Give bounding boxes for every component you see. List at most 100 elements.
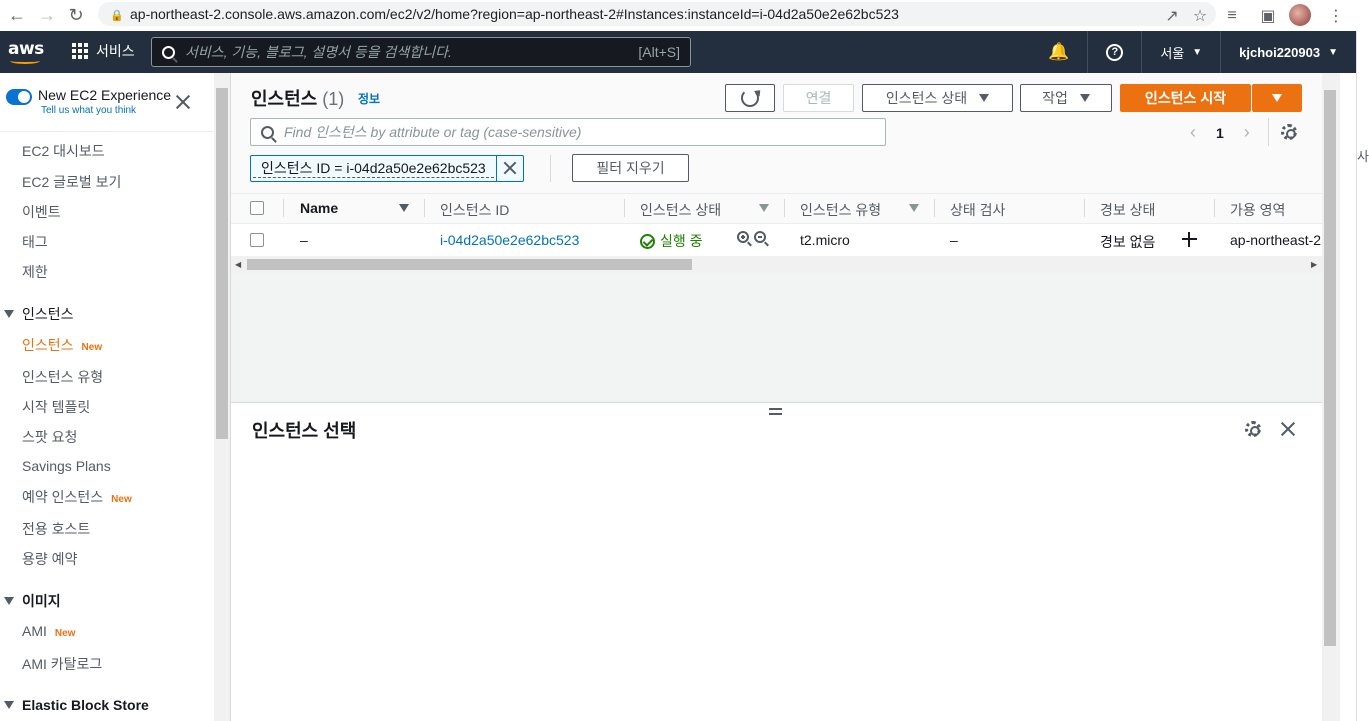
split-panel [231,402,1322,721]
column-header-instance-type[interactable]: 인스턴스 유형 [800,200,881,220]
column-header-instance-id[interactable]: 인스턴스 ID [440,200,509,220]
add-alarm-plus-icon[interactable] [1182,232,1197,247]
select-all-checkbox[interactable] [250,201,264,215]
split-panel-gear-icon[interactable] [1245,421,1261,437]
sidebar-item-spot-requests[interactable]: 스팟 요청 [22,427,77,447]
cell-name[interactable]: – [300,232,308,248]
split-panel-close-icon[interactable] [1279,420,1297,438]
caret-down-icon [1079,94,1090,102]
actions-button[interactable]: 작업 [1020,84,1112,112]
info-link[interactable]: 정보 [358,90,380,107]
sidebar-item-reserved-instances[interactable]: 예약 인스턴스 New [22,487,132,507]
sidebar-divider [0,131,214,132]
split-panel-drag-handle[interactable] [769,408,782,415]
account-label: kjchoi220903 [1239,44,1321,60]
aws-logo-text: aws [8,39,44,59]
sidebar-item-global-view[interactable]: EC2 글로벌 보기 [22,172,121,192]
sidebar-item-savings-plans[interactable]: Savings Plans [22,458,111,474]
instance-state-button[interactable]: 인스턴스 상태 [862,84,1013,112]
sidebar-section-ebs[interactable]: Elastic Block Store [4,697,149,713]
address-bar[interactable]: 🔒 ap-northeast-2.console.aws.amazon.com/… [98,2,1216,26]
filter-token-label: 인스턴스 ID = i-04d2a50e2e62bc523 [253,160,494,178]
zoom-out-icon[interactable] [754,231,766,243]
sidebar-close-icon[interactable] [174,93,192,111]
column-header-status-check[interactable]: 상태 검사 [950,200,1005,220]
zoom-in-icon[interactable] [737,231,749,243]
sidebar: New EC2 Experience Tell us what you thin… [0,73,214,721]
bookmark-star-icon[interactable]: ☆ [1183,6,1217,26]
aws-logo[interactable]: aws [8,39,44,65]
sidebar-item-limits[interactable]: 제한 [22,262,48,282]
sidebar-section-instances[interactable]: 인스턴스 [4,304,74,324]
column-header-availability-zone[interactable]: 가용 영역 [1230,200,1285,220]
state-label: 실행 중 [660,233,703,249]
split-panel-title: 인스턴스 선택 [252,421,357,441]
region-selector[interactable]: 서울 ▼ [1141,31,1220,73]
cell-instance-id-link[interactable]: i-04d2a50e2e62bc523 [440,232,579,248]
instance-filter-input[interactable]: Find 인스턴스 by attribute or tag (case-sens… [250,118,886,146]
sidebar-item-events[interactable]: 이벤트 [22,202,61,222]
section-label: 인스턴스 [22,306,74,322]
launch-instance-button[interactable]: 인스턴스 시작 [1120,84,1251,112]
reading-list-icon[interactable]: ≡ [1215,7,1249,25]
remove-filter-icon[interactable] [495,155,523,182]
chevron-right-icon[interactable]: › [1240,122,1254,143]
filter-divider [550,155,551,182]
new-experience-toggle[interactable] [6,89,32,105]
sidebar-item-instance-types[interactable]: 인스턴스 유형 [22,367,103,387]
sidebar-item-capacity-reservations[interactable]: 용량 예약 [22,549,77,569]
page-title-text: 인스턴스 [251,89,318,109]
new-badge: New [54,628,76,639]
chevron-left-icon[interactable]: ‹ [1186,122,1200,143]
services-menu[interactable]: 서비스 [72,41,135,61]
aws-top-nav: aws 서비스 서비스, 기능, 블로그, 설명서 등을 검색합니다. [Alt… [0,31,1356,73]
table-row[interactable] [231,224,1322,256]
sidebar-item-ami-catalog[interactable]: AMI 카탈로그 [22,654,102,674]
section-label: Elastic Block Store [22,697,149,713]
table-scrollbar-thumb[interactable] [247,259,692,270]
sort-icon[interactable] [909,204,919,212]
preferences-gear-icon[interactable] [1281,124,1297,140]
main-scrollbar-thumb[interactable] [1324,90,1336,646]
feedback-link[interactable]: Tell us what you think [41,105,171,116]
column-header-alarm-status[interactable]: 경보 상태 [1100,200,1155,220]
filter-placeholder: Find 인스턴스 by attribute or tag (case-sens… [284,124,582,140]
scroll-left-arrow-icon[interactable]: ◀ [235,260,241,269]
reload-icon[interactable]: ↻ [63,2,89,28]
sidebar-item-dashboard[interactable]: EC2 대시보드 [22,141,105,161]
expand-triangle-icon [4,597,14,605]
back-icon[interactable]: ← [4,2,30,28]
account-menu[interactable]: kjchoi220903 ▼ [1220,31,1356,73]
help-button[interactable]: ? [1087,31,1141,73]
row-checkbox[interactable] [250,233,264,247]
sidebar-section-images[interactable]: 이미지 [4,591,61,611]
sort-descending-icon[interactable] [399,204,409,212]
sidebar-item-dedicated-hosts[interactable]: 전용 호스트 [22,519,90,539]
pagination: ‹ 1 › [1186,122,1254,143]
notifications-button[interactable]: 🔔 [1030,31,1087,73]
instance-state-label: 인스턴스 상태 [885,90,968,106]
launch-dropdown-button[interactable] [1252,84,1302,112]
column-header-instance-state[interactable]: 인스턴스 상태 [640,200,721,220]
check-circle-icon [640,233,655,249]
sidebar-item-ami[interactable]: AMI New [22,623,75,639]
region-label: 서울 [1160,45,1185,61]
sidebar-item-launch-templates[interactable]: 시작 템플릿 [22,397,90,417]
column-header-name[interactable]: Name [300,200,338,216]
sort-icon[interactable] [759,204,769,212]
profile-avatar[interactable] [1289,4,1311,26]
cell-instance-type: t2.micro [800,232,850,248]
sidebar-item-instances[interactable]: 인스턴스 New [22,335,102,355]
forward-icon[interactable]: → [34,2,60,28]
menu-kebab-icon[interactable]: ⋮ [1319,6,1353,26]
side-panel-icon[interactable]: ▣ [1251,6,1285,26]
sidebar-item-tags[interactable]: 태그 [22,232,48,252]
connect-button[interactable]: 연결 [783,84,854,112]
console-search-input[interactable]: 서비스, 기능, 블로그, 설명서 등을 검색합니다. [Alt+S] [151,37,691,67]
page-number[interactable]: 1 [1216,125,1224,141]
filter-token[interactable]: 인스턴스 ID = i-04d2a50e2e62bc523 [250,155,524,182]
scroll-right-arrow-icon[interactable]: ▶ [1311,260,1317,269]
clear-filters-button[interactable]: 필터 지우기 [572,154,689,182]
sidebar-scrollbar-thumb[interactable] [216,88,228,439]
refresh-button[interactable] [725,84,775,112]
